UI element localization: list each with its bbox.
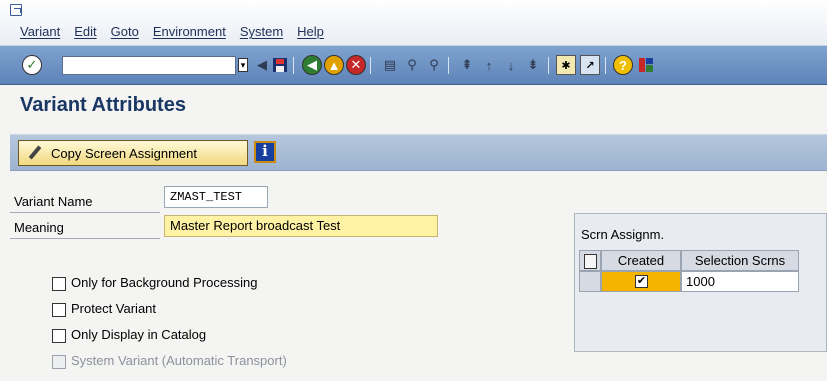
save-icon[interactable]: [270, 55, 290, 75]
created-checkbox[interactable]: ✔: [635, 275, 648, 288]
variant-name-label: Variant Name: [14, 194, 93, 209]
toolbar-separator: [370, 57, 371, 74]
application-toolbar: Copy Screen Assignment i: [10, 134, 827, 171]
find-icon[interactable]: ⚲: [402, 55, 422, 75]
new-session-icon[interactable]: ✱: [556, 55, 576, 75]
back-icon[interactable]: ◀: [302, 55, 322, 75]
page-title: Variant Attributes: [20, 94, 186, 116]
system-variant-label: System Variant (Automatic Transport): [71, 353, 287, 368]
column-header-created[interactable]: Created: [601, 250, 681, 271]
variant-name-underline: [10, 212, 160, 213]
menu-bar: Variant Edit Goto Environment System Hel…: [0, 0, 827, 46]
exit-icon[interactable]: ▲: [324, 55, 344, 75]
menu-goto[interactable]: Goto: [111, 24, 139, 39]
toolbar-separator: [448, 57, 449, 74]
meaning-label: Meaning: [14, 220, 64, 235]
cancel-icon[interactable]: ✕: [346, 55, 366, 75]
collapse-arrow-icon[interactable]: ◀: [252, 55, 272, 75]
screen-assignment-title: Scrn Assignm.: [581, 227, 665, 242]
column-header-selection-scrns[interactable]: Selection Scrns: [681, 250, 799, 271]
next-page-icon[interactable]: ↓: [501, 55, 521, 75]
print-icon[interactable]: ▤: [380, 55, 400, 75]
toolbar-separator: [548, 57, 549, 74]
background-processing-checkbox[interactable]: [52, 277, 66, 291]
copy-screen-assignment-button[interactable]: Copy Screen Assignment: [18, 140, 248, 166]
display-in-catalog-label: Only Display in Catalog: [71, 327, 207, 342]
menu-variant[interactable]: Variant: [20, 24, 60, 39]
enter-icon[interactable]: ✓: [22, 55, 42, 75]
toolbar-separator: [293, 57, 294, 74]
command-field[interactable]: [62, 56, 236, 75]
info-button[interactable]: i: [254, 141, 276, 163]
menu-help[interactable]: Help: [297, 24, 324, 39]
selection-screen-cell[interactable]: 1000: [681, 271, 799, 292]
help-icon[interactable]: ?: [613, 55, 633, 75]
last-page-icon[interactable]: ⇟: [523, 55, 543, 75]
select-all-icon[interactable]: [579, 250, 601, 271]
copy-screen-assignment-label: Copy Screen Assignment: [51, 145, 197, 161]
toolbar-separator: [605, 57, 606, 74]
protect-variant-checkbox[interactable]: [52, 303, 66, 317]
layout-icon[interactable]: [636, 55, 656, 75]
previous-page-icon[interactable]: ↑: [479, 55, 499, 75]
menu-edit[interactable]: Edit: [74, 24, 96, 39]
menu-system[interactable]: System: [240, 24, 283, 39]
system-variant-checkbox: [52, 355, 66, 369]
meaning-underline: [10, 238, 160, 239]
system-menu-icon[interactable]: [10, 4, 22, 16]
first-page-icon[interactable]: ⇞: [457, 55, 477, 75]
find-next-icon[interactable]: ⚲: [424, 55, 444, 75]
meaning-field[interactable]: Master Report broadcast Test: [164, 215, 438, 237]
menu-list: Variant Edit Goto Environment System Hel…: [20, 24, 324, 39]
display-in-catalog-checkbox[interactable]: [52, 329, 66, 343]
created-cell[interactable]: ✔: [601, 271, 681, 292]
screen-assignment-panel: Scrn Assignm. Created Selection Scrns ✔ …: [574, 213, 827, 352]
row-selector[interactable]: [579, 271, 601, 292]
variant-name-field[interactable]: ZMAST_TEST: [164, 186, 268, 208]
background-processing-label: Only for Background Processing: [71, 275, 258, 290]
menu-environment[interactable]: Environment: [153, 24, 226, 39]
protect-variant-label: Protect Variant: [71, 301, 157, 316]
standard-toolbar: ✓ ▾ ◀ ◀ ▲ ✕ ▤ ⚲ ⚲ ⇞ ↑ ↓ ⇟ ✱ ↗ ?: [0, 46, 827, 85]
shortcut-icon[interactable]: ↗: [580, 55, 600, 75]
command-history-dropdown-icon[interactable]: ▾: [238, 58, 248, 72]
pencil-icon: [27, 145, 43, 161]
